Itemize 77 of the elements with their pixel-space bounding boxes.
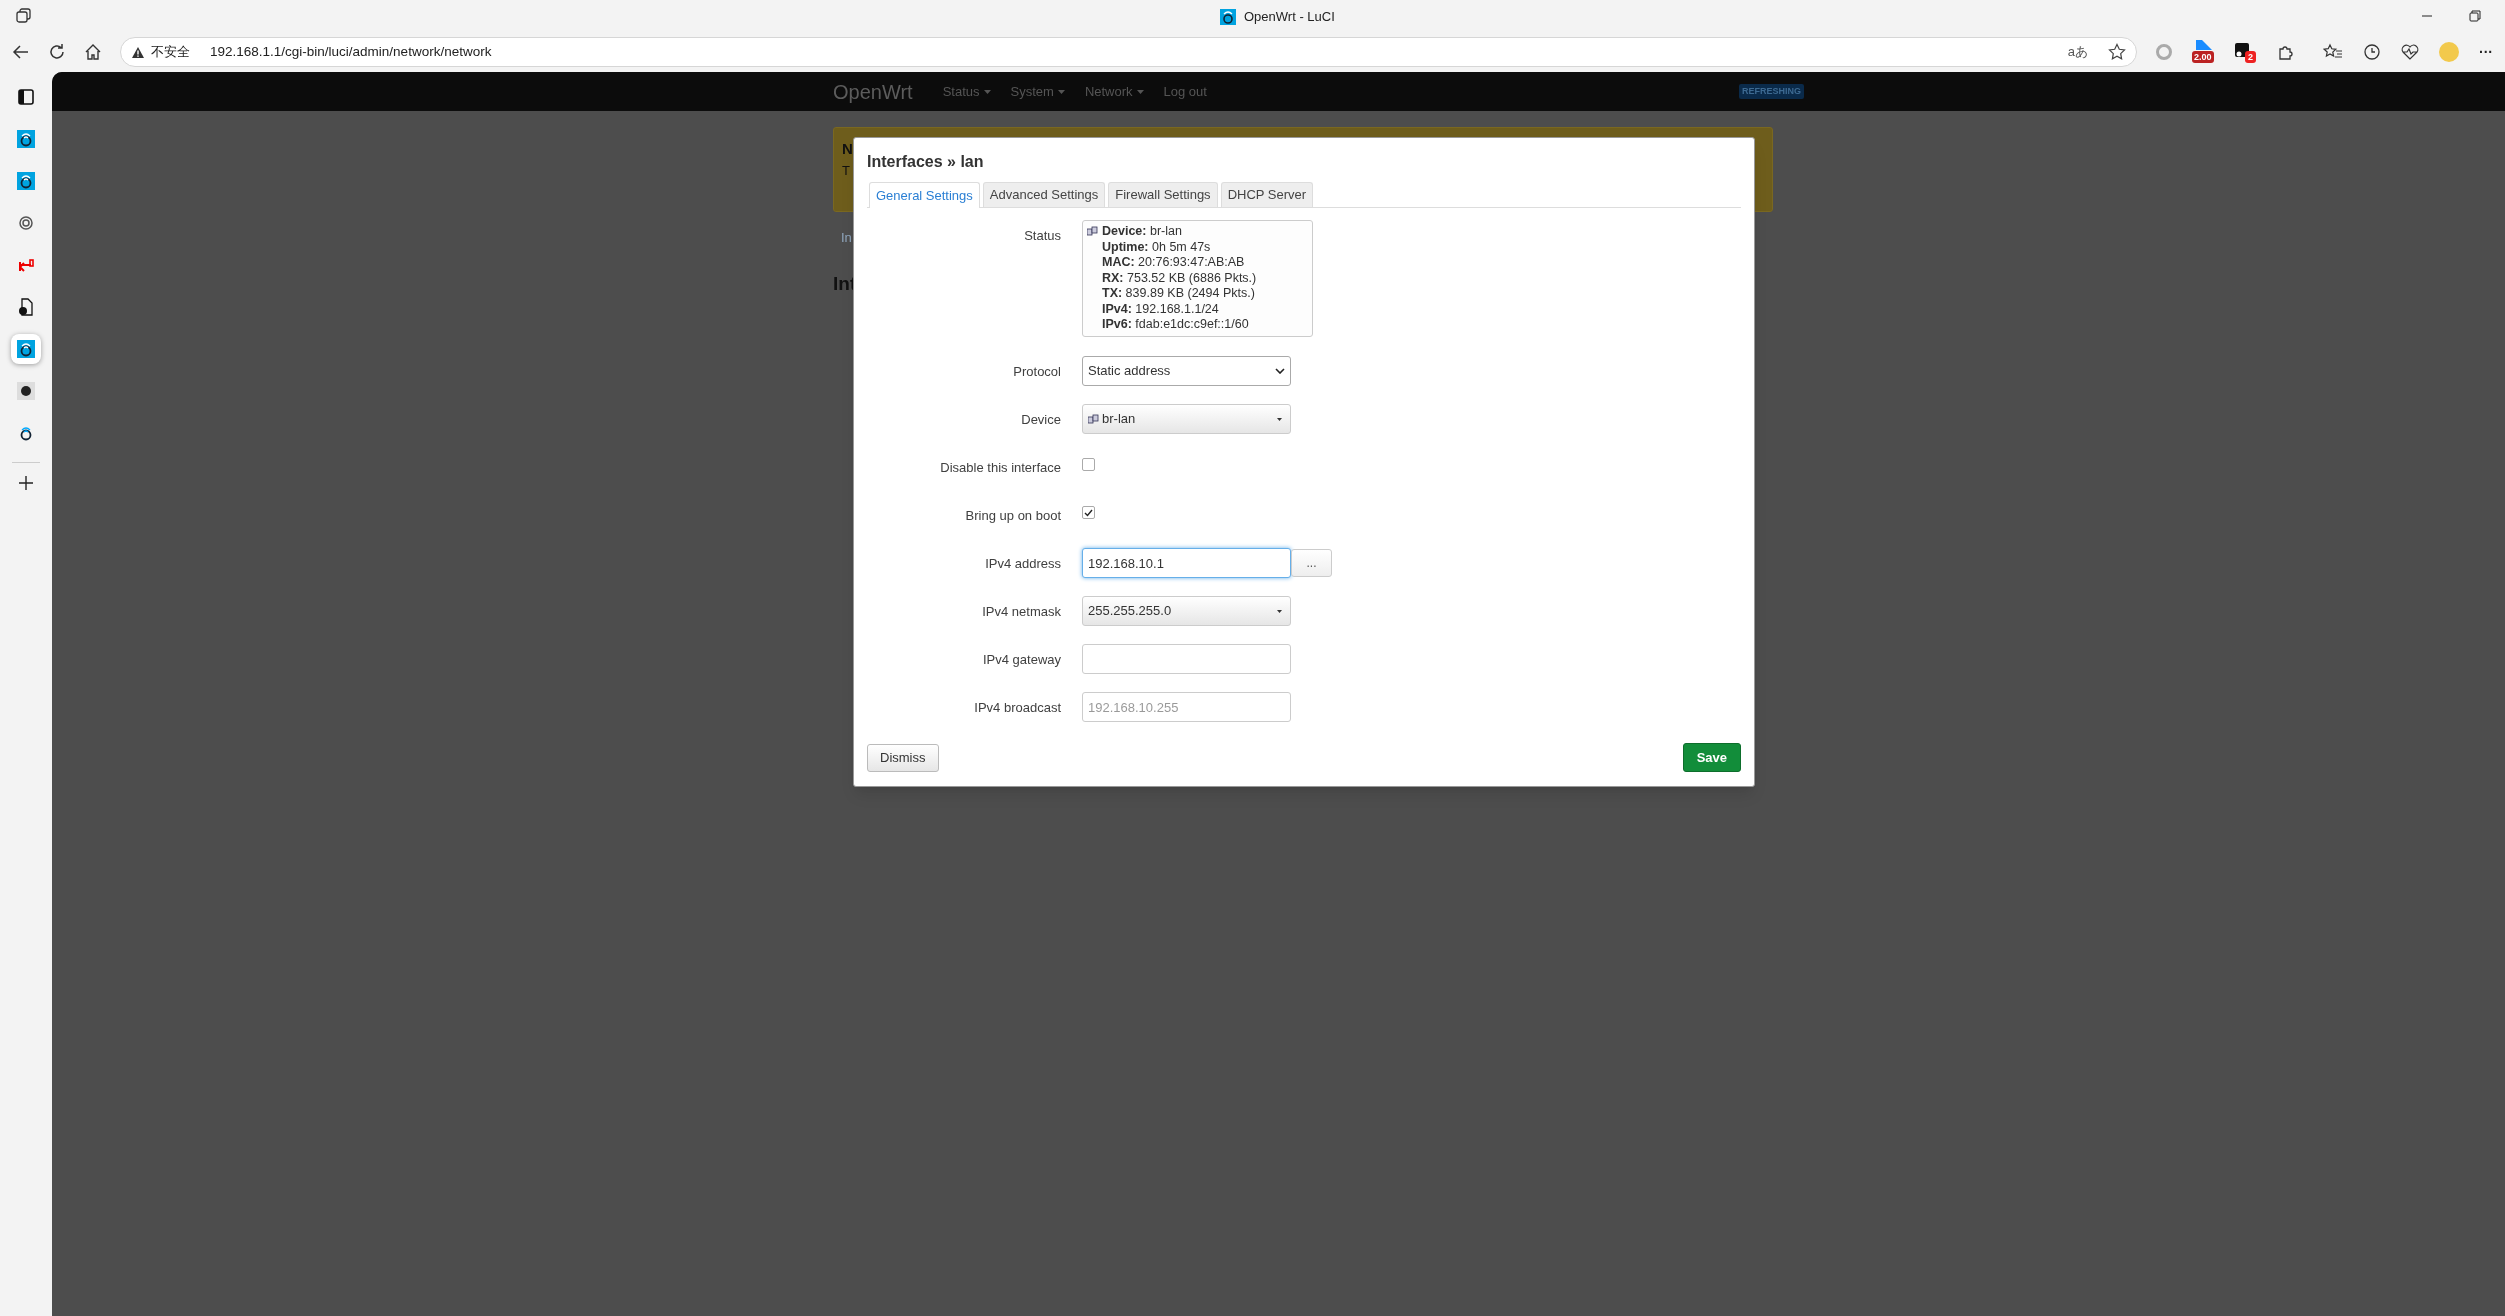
refreshing-badge: REFRESHING [1738, 83, 1804, 100]
dismiss-button[interactable]: Dismiss [867, 743, 939, 772]
heartbeat-icon[interactable] [2401, 44, 2419, 60]
input-field[interactable]: 192.168.10.255 [1082, 692, 1291, 722]
favorites-icon[interactable] [2323, 43, 2343, 61]
address-bar[interactable]: 不安全 192.168.1.1/cgi-bin/luci/admin/network/network aあ [120, 37, 2137, 67]
warning-icon [131, 45, 145, 59]
dropdown-field[interactable]: 255.255.255.0 [1082, 596, 1291, 626]
router-app-icon [17, 172, 35, 190]
home-icon[interactable] [84, 43, 102, 61]
status-line: IPv6: fdab:e1dc:c9ef::1/60 [1102, 317, 1250, 333]
field-label: IPv4 broadcast [973, 699, 1061, 717]
star-icon[interactable] [2108, 43, 2126, 61]
modal-title: Interfaces » lan [867, 152, 985, 172]
window-title: OpenWrt - LuCI [1244, 8, 1335, 26]
dot-app-icon [17, 382, 35, 400]
add-icon[interactable] [18, 475, 34, 491]
security-label: 不安全 [151, 43, 190, 62]
caret-icon [1277, 417, 1282, 421]
checkbox[interactable] [1082, 506, 1095, 519]
history-icon[interactable] [2363, 43, 2381, 61]
badge: 2 [2245, 51, 2256, 63]
checkbox[interactable] [1082, 458, 1095, 471]
caret-icon [1136, 89, 1144, 94]
input-field[interactable]: 192.168.10.1 [1082, 548, 1291, 578]
status-line: Uptime: 0h 5m 47s [1102, 239, 1212, 255]
network-icon [1088, 413, 1099, 425]
tab[interactable]: Firewall Settings [1108, 182, 1218, 207]
field-label: Bring up on boot [964, 507, 1061, 525]
dropdown-field[interactable]: br-lan [1082, 404, 1291, 434]
file-icon [17, 298, 35, 316]
back-icon[interactable] [12, 43, 30, 61]
caret-icon [1277, 609, 1282, 613]
field-label: IPv4 address [984, 555, 1061, 573]
protocol-select[interactable]: Static address [1082, 356, 1291, 386]
badge: 2.00 [2192, 51, 2214, 63]
caret-icon [983, 89, 991, 94]
tab[interactable]: Advanced Settings [982, 182, 1106, 207]
status-line: TX: 839.89 KB (2494 Pkts.) [1102, 286, 1256, 302]
reload-icon[interactable] [48, 43, 66, 61]
network-icon [1087, 226, 1098, 237]
breadcrumb-link[interactable]: In [841, 228, 852, 248]
tab[interactable]: DHCP Server [1220, 182, 1314, 207]
caret-icon [1057, 89, 1065, 94]
router-icon [1220, 8, 1236, 25]
field-label: Disable this interface [939, 459, 1061, 477]
router-app-icon [17, 130, 35, 148]
field-label: Device [1020, 411, 1061, 429]
field-label: IPv4 netmask [981, 603, 1061, 621]
sidebar-app-button[interactable] [11, 334, 41, 364]
notice-title: N [842, 139, 853, 159]
status-line: IPv4: 192.168.1.1/24 [1102, 301, 1220, 317]
notice-text: T [842, 161, 850, 180]
more-button[interactable]: ··· [2479, 41, 2493, 63]
square-icon [2235, 43, 2249, 57]
field-label: IPv4 gateway [981, 651, 1061, 669]
router-app-icon [17, 340, 35, 358]
input-field[interactable] [1082, 644, 1291, 674]
flag-icon [2196, 40, 2212, 50]
chevron-icon [1275, 368, 1285, 374]
save-button[interactable]: Save [1682, 743, 1741, 772]
extension-button[interactable]: 2.00 [2193, 40, 2215, 64]
translate-button[interactable]: aあ [2067, 42, 2088, 62]
tabs-icon [16, 8, 32, 24]
url-text: 192.168.1.1/cgi-bin/luci/admin/network/network [210, 42, 492, 61]
status-line: RX: 753.52 KB (6886 Pkts.) [1102, 270, 1257, 286]
extension-button[interactable]: 2 [2235, 41, 2257, 63]
more-options-button[interactable]: ... [1291, 549, 1332, 577]
tab[interactable]: General Settings [869, 182, 980, 208]
puzzle-icon[interactable] [2277, 43, 2295, 61]
status-line: MAC: 20:76:93:47:AB:AB [1102, 255, 1246, 271]
field-label: Status [1023, 227, 1061, 245]
restore-icon[interactable] [2469, 10, 2481, 22]
field-label: Protocol [1012, 363, 1061, 381]
status-line: Device: br-lan [1102, 224, 1183, 240]
key-icon [17, 256, 35, 274]
sidebar-panel-icon [17, 88, 35, 106]
